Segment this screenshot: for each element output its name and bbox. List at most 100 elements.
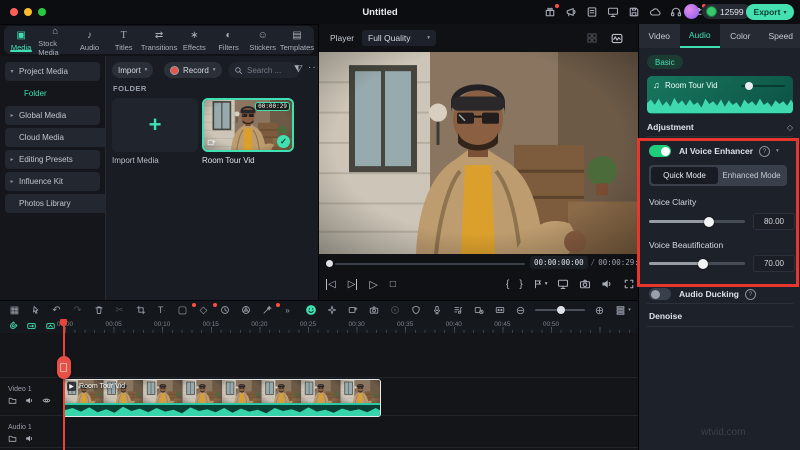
keyframe-icon[interactable]: ◇ <box>193 302 217 316</box>
tab-effects[interactable]: ∗ Effects <box>177 28 211 53</box>
lock-track-icon[interactable] <box>8 434 17 443</box>
marker-dropdown[interactable]: ▾ <box>533 279 547 289</box>
sidebar-item-project-media[interactable]: ▾ Project Media <box>5 62 100 81</box>
fullscreen-icon[interactable] <box>623 278 635 290</box>
text-tool-icon[interactable]: T. <box>151 305 172 315</box>
basic-pill-button[interactable]: Basic <box>647 55 683 69</box>
video-scopes-icon[interactable] <box>610 32 624 45</box>
voice-clarity-value[interactable]: 80.00 <box>753 213 795 230</box>
voice-beautification-slider-handle[interactable] <box>698 258 708 269</box>
enhanced-mode-button[interactable]: Enhanced Mode <box>718 167 785 184</box>
sidebar-item-global-media[interactable]: ▸ Global Media <box>5 106 100 125</box>
tab-speed[interactable]: Speed <box>761 24 800 48</box>
tab-stickers[interactable]: ☺ Stickers <box>246 28 280 53</box>
help-icon[interactable]: ? <box>744 288 756 300</box>
sidebar-item-folder[interactable]: Folder <box>5 84 119 103</box>
seek-handle[interactable] <box>326 260 333 267</box>
add-clip-icon[interactable] <box>342 305 363 315</box>
quality-dropdown[interactable]: Full Quality ▾ <box>362 30 436 46</box>
tab-audio[interactable]: ♪ Audio <box>72 28 106 53</box>
sidebar-item-influence-kit[interactable]: ▸ Influence Kit <box>5 172 100 191</box>
voice-clarity-slider[interactable] <box>649 216 745 227</box>
fit-timeline-icon[interactable] <box>489 305 510 315</box>
tab-color[interactable]: Color <box>720 24 761 48</box>
audio-clip-card[interactable]: ♫ Room Tour Vid <box>647 76 793 114</box>
close-window-button[interactable] <box>10 8 18 16</box>
quick-mode-button[interactable]: Quick Mode <box>651 167 718 184</box>
timeline-zoom-handle[interactable] <box>557 306 565 314</box>
minimize-window-button[interactable] <box>24 8 32 16</box>
sidebar-item-photos-library[interactable]: Photos Library <box>5 194 114 213</box>
export-button[interactable]: Export ▾ <box>746 4 794 20</box>
render-preview-icon[interactable] <box>384 305 405 315</box>
chevron-down-icon[interactable]: ▾ <box>776 148 779 154</box>
voice-beautification-value[interactable]: 70.00 <box>753 255 795 272</box>
auto-ripple-icon[interactable] <box>26 321 37 331</box>
video-preview[interactable] <box>318 52 638 254</box>
voice-beautification-slider[interactable] <box>649 258 745 269</box>
protect-icon[interactable] <box>405 305 426 315</box>
snapshot-icon[interactable] <box>579 278 591 290</box>
sidebar-item-cloud-media[interactable]: Cloud Media <box>5 128 114 147</box>
avatar[interactable] <box>684 4 699 19</box>
playhead-marker[interactable] <box>56 356 71 379</box>
timeline-clip[interactable]: ▶ Room Tour Vid <box>63 379 381 417</box>
play-button[interactable]: ▷ <box>369 278 377 291</box>
tab-audio-properties[interactable]: Audio <box>679 24 720 48</box>
clip-duration-icon[interactable] <box>468 305 489 315</box>
coin-balance[interactable]: 12599 <box>702 4 751 19</box>
tab-media[interactable]: ▣ Media <box>4 28 38 53</box>
mark-in-button[interactable]: { <box>506 279 509 290</box>
seek-bar[interactable] <box>335 263 525 265</box>
preview-volume-icon[interactable] <box>601 278 613 290</box>
tab-stock-media[interactable]: ⌂ Stock Media <box>38 24 72 57</box>
beat-detect-icon[interactable] <box>447 305 468 315</box>
audio-ducking-toggle[interactable] <box>649 288 671 300</box>
lock-track-icon[interactable] <box>8 396 17 405</box>
multi-view-icon[interactable] <box>586 32 598 44</box>
playhead-head[interactable] <box>60 319 67 326</box>
display-icon[interactable] <box>607 6 619 18</box>
voice-clarity-slider-handle[interactable] <box>704 216 714 227</box>
whats-new-icon[interactable] <box>565 6 577 18</box>
tab-templates[interactable]: ▤ Templates <box>280 28 314 53</box>
filter-icon[interactable]: ⧨ <box>294 64 303 75</box>
select-tool-icon[interactable] <box>25 305 46 315</box>
zoom-window-button[interactable] <box>38 8 46 16</box>
hide-track-icon[interactable] <box>42 396 51 405</box>
playhead-line[interactable] <box>63 319 65 450</box>
magic-wand-icon[interactable] <box>256 303 280 315</box>
cloud-upload-icon[interactable] <box>649 6 661 18</box>
mask-tool-icon[interactable]: ▢ <box>172 302 196 316</box>
record-dropdown[interactable]: Record ▾ <box>164 62 222 78</box>
ai-voice-enhancer-toggle[interactable] <box>649 145 671 157</box>
preview-quality-icon[interactable] <box>45 321 56 331</box>
save-project-icon[interactable] <box>628 6 640 18</box>
import-media-tile[interactable]: + <box>112 98 198 152</box>
feedback-icon[interactable] <box>586 6 598 18</box>
stop-button[interactable]: □ <box>390 279 396 290</box>
snapshot-clip-icon[interactable] <box>363 305 384 315</box>
adjustment-header[interactable]: Adjustment ◇ <box>647 122 793 132</box>
speed-icon[interactable] <box>214 305 235 315</box>
tab-transitions[interactable]: ⇄ Transitions <box>141 28 177 53</box>
next-frame-button[interactable]: ▷ <box>348 279 358 290</box>
tab-filters[interactable]: ◐ Filters <box>211 28 245 53</box>
keyframe-diamond-icon[interactable]: ◇ <box>787 123 793 132</box>
media-clip-thumbnail[interactable]: 00:00:29 ✓ <box>202 98 294 152</box>
gift-icon[interactable] <box>544 4 559 18</box>
search-input[interactable]: Search ... <box>228 62 300 78</box>
timeline-ruler[interactable]: 00:00 00:05 00:10 00:15 00:20 00:25 00:3… <box>0 319 638 333</box>
tab-video[interactable]: Video <box>639 24 680 48</box>
ai-enhance-icon[interactable] <box>321 305 342 315</box>
previous-frame-button[interactable]: ◁ <box>326 279 336 290</box>
sidebar-item-editing-presets[interactable]: ▸ Editing Presets <box>5 150 100 169</box>
support-icon[interactable] <box>670 6 682 18</box>
preview-display-icon[interactable] <box>557 278 569 290</box>
undo-icon[interactable]: ↶ <box>46 305 67 316</box>
zoom-out-icon[interactable]: ⊖ <box>510 304 531 317</box>
color-wheel-icon[interactable] <box>235 305 256 315</box>
layout-grid-icon[interactable]: ▦ <box>4 305 25 316</box>
crop-icon[interactable] <box>130 305 151 315</box>
split-icon[interactable]: ✂ <box>109 305 130 316</box>
